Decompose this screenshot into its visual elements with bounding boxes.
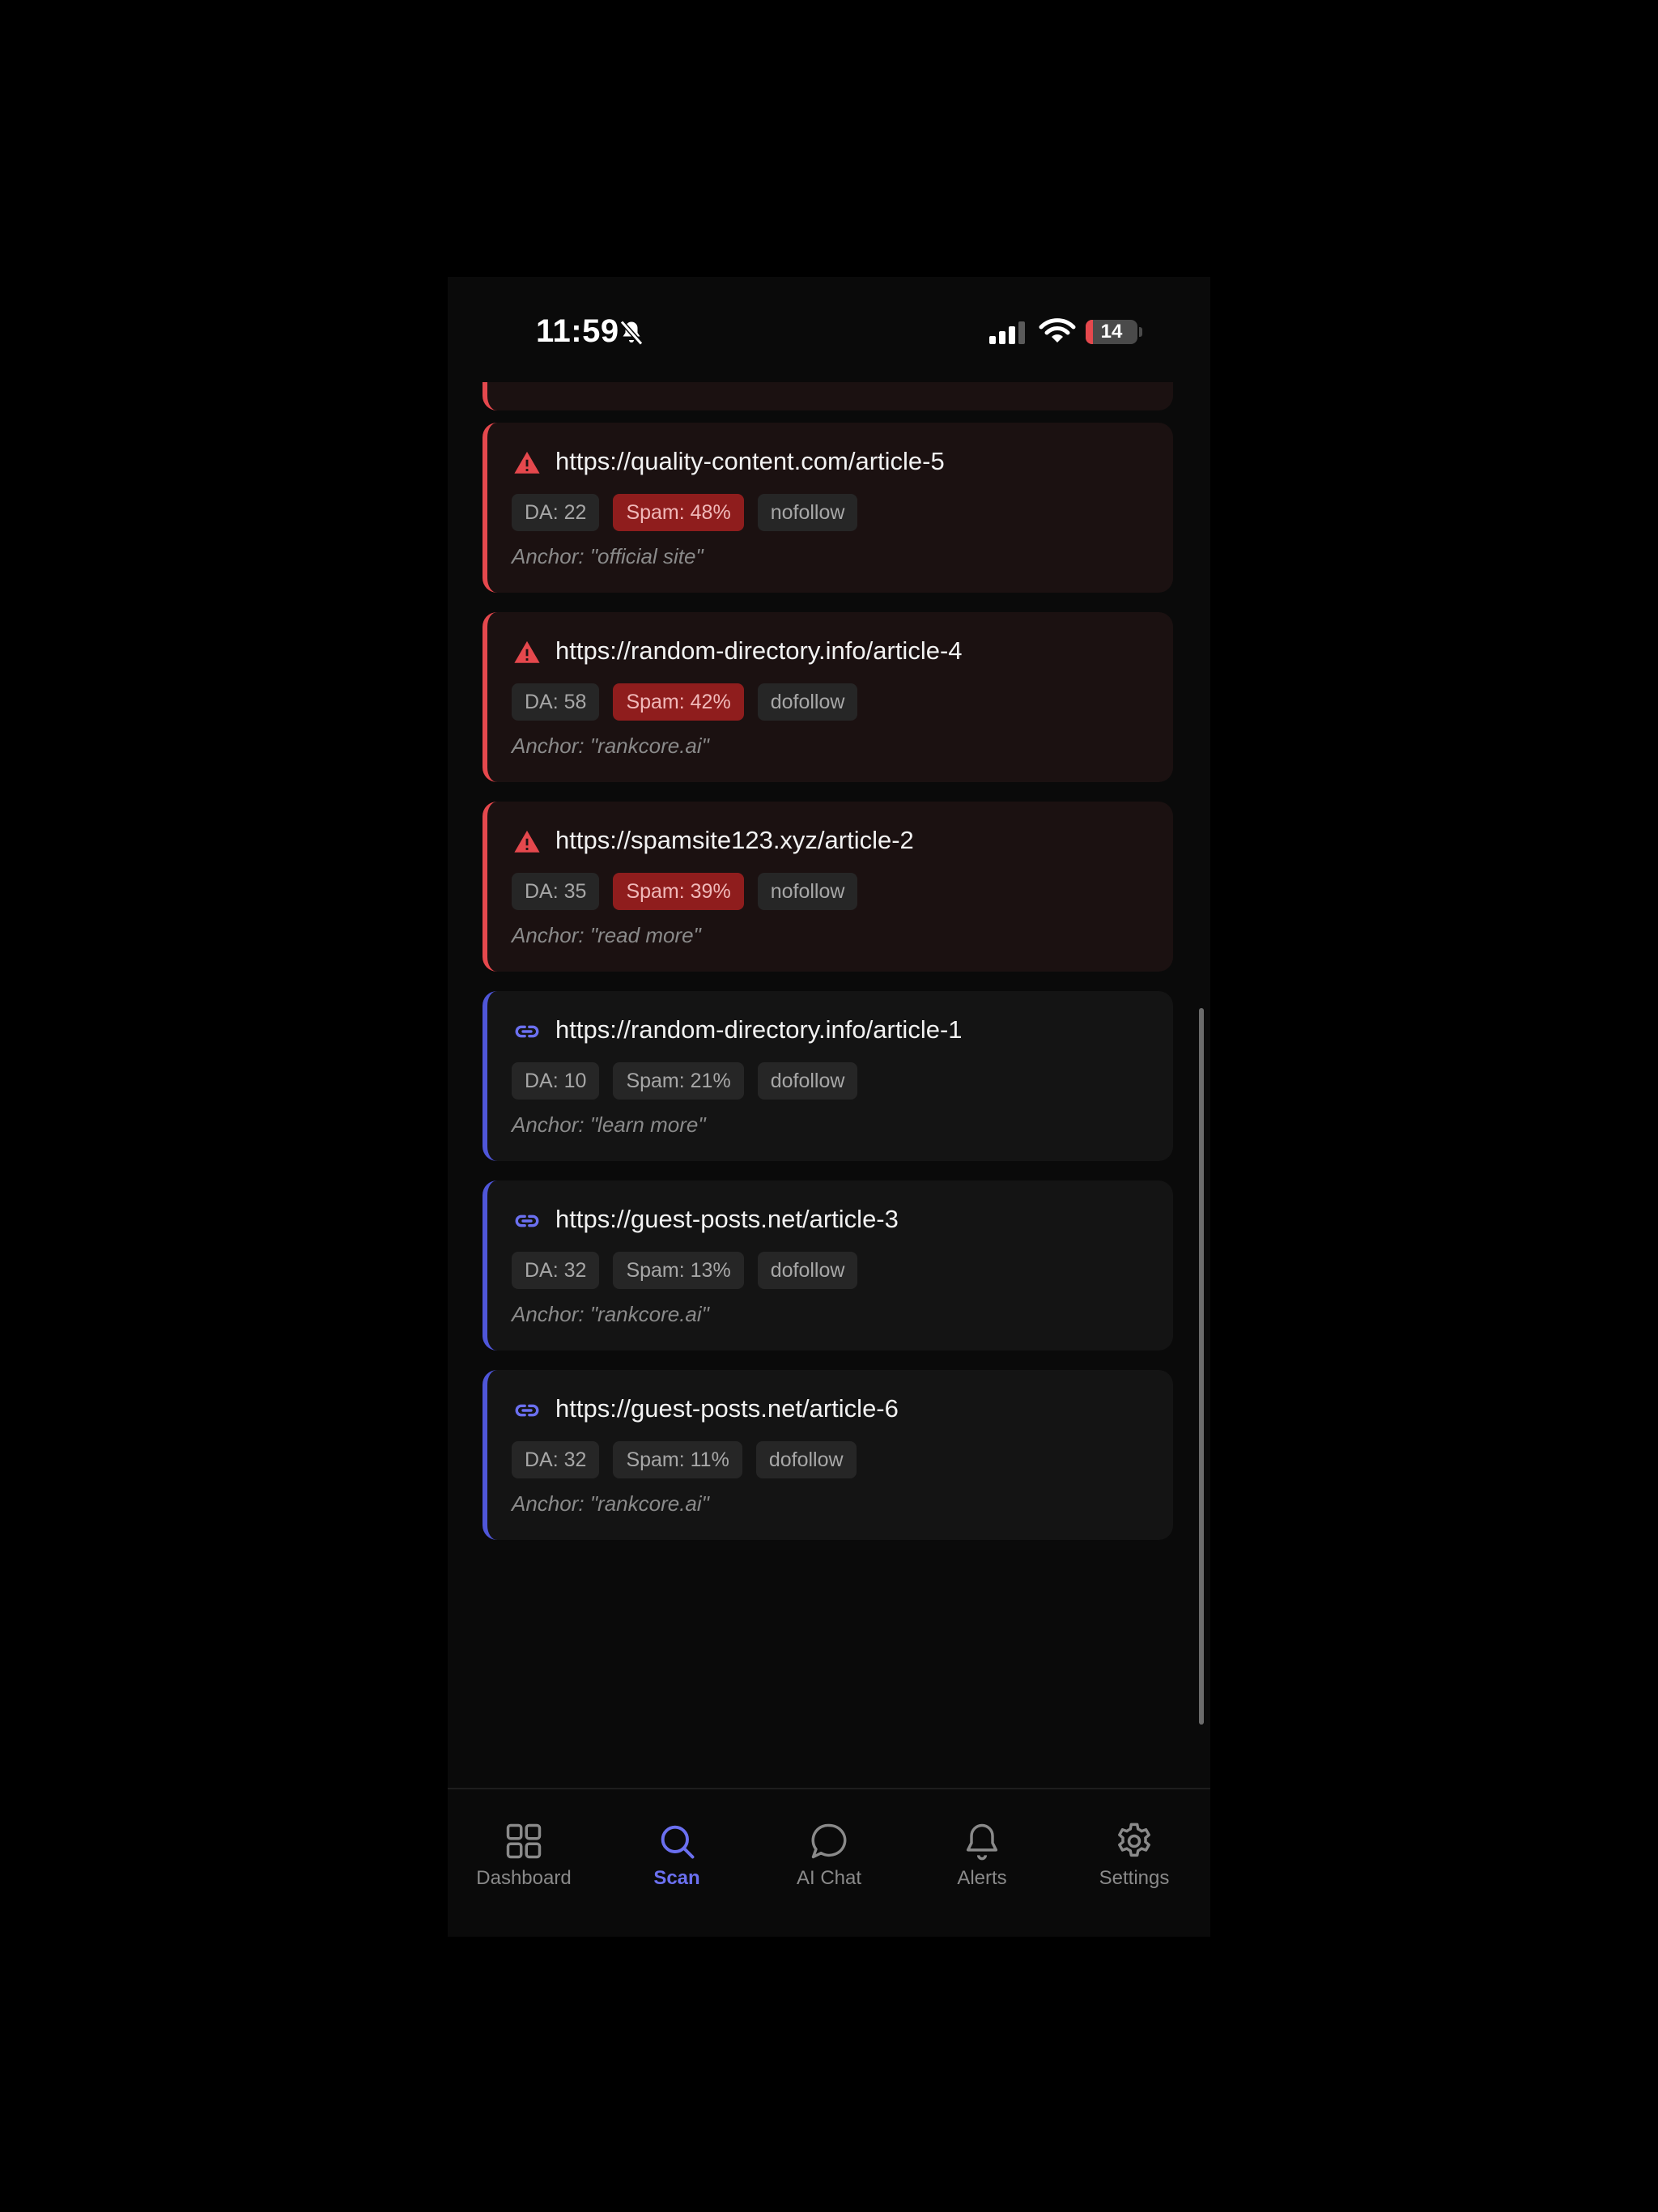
link-icon <box>515 1025 539 1038</box>
backlink-card-1[interactable]: https://quality-content.com/article-5 DA… <box>483 423 1173 593</box>
backlink-card-2[interactable]: https://random-directory.info/article-4 … <box>483 612 1173 782</box>
battery-percentage: 14 <box>1100 321 1123 342</box>
status-bar: 11:59 14 <box>448 277 1210 382</box>
tab-ai-chat[interactable]: AI Chat <box>753 1789 905 1903</box>
rel-badge: nofollow <box>757 494 858 531</box>
battery-icon: 14 <box>1086 320 1137 344</box>
backlink-metrics: DA: 22 Spam: 48% nofollow <box>512 494 858 531</box>
warning-triangle-icon <box>514 640 540 663</box>
backlink-card-5[interactable]: https://guest-posts.net/article-3 DA: 32… <box>483 1180 1173 1351</box>
tab-settings[interactable]: Settings <box>1058 1789 1210 1903</box>
rel-badge: dofollow <box>757 1062 858 1100</box>
anchor-text: Anchor: "official site" <box>512 544 704 568</box>
backlink-url: https://spamsite123.xyz/article-2 <box>555 826 914 854</box>
backlink-url: https://random-directory.info/article-1 <box>555 1015 963 1044</box>
backlink-url: https://guest-posts.net/article-6 <box>555 1394 899 1423</box>
search-icon <box>661 1825 695 1859</box>
grid-icon <box>506 1823 542 1859</box>
backlink-metrics: DA: 32 Spam: 11% dofollow <box>512 1441 857 1478</box>
backlink-card-6[interactable]: https://guest-posts.net/article-6 DA: 32… <box>483 1370 1173 1540</box>
backlink-metrics: DA: 10 Spam: 21% dofollow <box>512 1062 858 1100</box>
backlink-card-4[interactable]: https://random-directory.info/article-1 … <box>483 991 1173 1161</box>
backlink-metrics: DA: 35 Spam: 39% nofollow <box>512 873 858 910</box>
chat-bubble-icon <box>811 1823 847 1859</box>
tab-dashboard[interactable]: Dashboard <box>448 1789 600 1903</box>
tab-scan[interactable]: Scan <box>601 1789 753 1903</box>
da-badge: DA: 35 <box>512 873 600 910</box>
gear-icon <box>1118 1823 1150 1857</box>
link-icon <box>515 1214 539 1227</box>
wifi-icon <box>1039 318 1076 342</box>
spam-score-badge: Spam: 42% <box>613 683 744 721</box>
spam-score-badge: Spam: 11% <box>613 1441 742 1478</box>
anchor-text: Anchor: "read more" <box>512 923 701 947</box>
da-badge: DA: 22 <box>512 494 600 531</box>
da-badge: DA: 32 <box>512 1441 600 1478</box>
backlink-url: https://guest-posts.net/article-3 <box>555 1205 899 1233</box>
spam-score-badge: Spam: 13% <box>613 1252 744 1289</box>
warning-triangle-icon <box>514 830 540 853</box>
anchor-text: Anchor: "rankcore.ai" <box>512 1491 709 1516</box>
da-badge: DA: 58 <box>512 683 600 721</box>
scrollbar[interactable] <box>1199 1008 1204 1725</box>
backlink-metrics: DA: 32 Spam: 13% dofollow <box>512 1252 858 1289</box>
anchor-text: Anchor: "rankcore.ai" <box>512 1302 709 1326</box>
backlink-url: https://quality-content.com/article-5 <box>555 447 945 475</box>
battery-nub <box>1139 327 1142 337</box>
cellular-signal-icon <box>989 321 1025 344</box>
bell-icon <box>966 1823 998 1861</box>
tab-label: AI Chat <box>796 1867 862 1889</box>
link-icon <box>515 1404 539 1417</box>
rel-badge: dofollow <box>755 1441 857 1478</box>
status-time: 11:59 <box>536 313 619 349</box>
tab-label: Settings <box>1099 1867 1170 1889</box>
da-badge: DA: 10 <box>512 1062 600 1100</box>
rel-badge: dofollow <box>757 683 858 721</box>
spam-score-badge: Spam: 39% <box>613 873 744 910</box>
tab-label: Scan <box>653 1867 700 1889</box>
tab-label: Alerts <box>957 1867 1007 1889</box>
backlink-metrics: DA: 58 Spam: 42% dofollow <box>512 683 858 721</box>
warning-triangle-icon <box>514 451 540 474</box>
phone-screen: 11:59 14 https://quality-content.com/art… <box>448 277 1210 1937</box>
tab-alerts[interactable]: Alerts <box>906 1789 1058 1903</box>
anchor-text: Anchor: "rankcore.ai" <box>512 734 709 758</box>
spam-score-badge: Spam: 48% <box>613 494 744 531</box>
bell-slash-icon <box>619 320 644 346</box>
tab-label: Dashboard <box>476 1867 572 1889</box>
backlink-card-partial[interactable] <box>483 382 1173 410</box>
backlink-list[interactable]: https://quality-content.com/article-5 DA… <box>448 382 1210 1661</box>
bottom-tab-bar: Dashboard Scan AI Chat Alerts Settings <box>448 1788 1210 1937</box>
anchor-text: Anchor: "learn more" <box>512 1112 706 1137</box>
backlink-url: https://random-directory.info/article-4 <box>555 636 963 665</box>
rel-badge: dofollow <box>757 1252 858 1289</box>
spam-score-badge: Spam: 21% <box>613 1062 744 1100</box>
backlink-card-3[interactable]: https://spamsite123.xyz/article-2 DA: 35… <box>483 802 1173 972</box>
rel-badge: nofollow <box>757 873 858 910</box>
da-badge: DA: 32 <box>512 1252 600 1289</box>
